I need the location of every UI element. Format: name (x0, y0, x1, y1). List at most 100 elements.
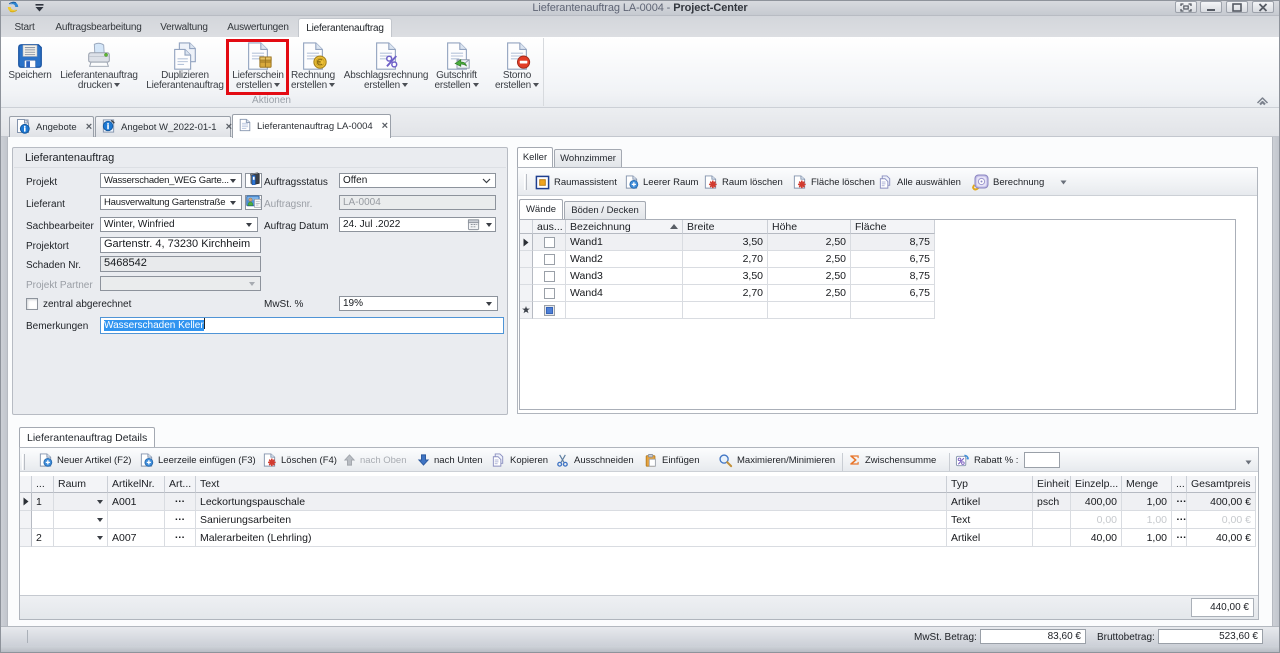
ribbon-button-print[interactable]: Lieferantenauftragdrucken (56, 40, 142, 97)
surface-tab-0[interactable]: Wände (519, 199, 563, 219)
grid-cell[interactable]: Sanierungsarbeiten (196, 511, 947, 529)
checkbox-icon[interactable] (544, 271, 555, 282)
grid-cell[interactable]: Text (947, 511, 1033, 529)
grid-cell[interactable]: 40,00 (1071, 529, 1122, 547)
grid-cell[interactable] (54, 493, 108, 511)
column-header[interactable]: Einheit (1033, 476, 1071, 493)
checkbox-icon[interactable] (544, 288, 555, 299)
tab-close-icon[interactable]: × (86, 122, 92, 133)
sachbearbeiter-combo[interactable]: Winter, Winfried (100, 217, 258, 232)
fullscreen-button[interactable] (1175, 1, 1197, 13)
zentral-abgerechnet-checkbox[interactable] (26, 298, 38, 310)
combo-arrow-icon[interactable] (97, 518, 103, 522)
ellipsis-button[interactable]: … (175, 493, 186, 505)
combo-arrow-icon[interactable] (97, 536, 103, 540)
grid-cell[interactable]: A007 (108, 529, 165, 547)
grid-cell[interactable]: 6,75 (851, 285, 935, 302)
document-tab-2[interactable]: Angebot W_2022-01-1 × (95, 116, 231, 137)
grid-cell[interactable] (32, 511, 54, 529)
rabatt-input[interactable] (1024, 452, 1060, 468)
grid-cell[interactable]: 400,00 (1071, 493, 1122, 511)
grid-cell[interactable]: 400,00 € (1187, 493, 1256, 511)
grid-cell[interactable]: Leckortungspauschale (196, 493, 947, 511)
grid-cell[interactable]: 8,75 (851, 234, 935, 251)
ribbon-collapse-icon[interactable] (1256, 95, 1270, 106)
toolbar-grip[interactable] (524, 174, 527, 190)
grid-cell[interactable]: Artikel (947, 493, 1033, 511)
column-header[interactable]: Menge (1122, 476, 1172, 493)
toolbar-button-4[interactable]: nach Unten (417, 450, 483, 470)
toolbar-button-8[interactable]: Maximieren/Minimieren (718, 450, 835, 470)
column-header[interactable]: Einzelp... (1071, 476, 1122, 493)
lieferant-combo[interactable]: Hausverwaltung Gartenstraße (100, 195, 242, 210)
grid-cell[interactable]: Wand4 (566, 285, 683, 302)
grid-cell[interactable]: 1,00 (1122, 511, 1172, 529)
toolbar-button-5[interactable]: Berechnung (971, 171, 1044, 193)
toolbar-button-7[interactable]: Einfügen (644, 450, 700, 470)
close-button[interactable] (1252, 1, 1274, 13)
grid-cell[interactable]: … (165, 529, 196, 547)
column-header[interactable]: Breite (683, 220, 768, 234)
grid-cell[interactable]: Malerarbeiten (Lehrling) (196, 529, 947, 547)
ribbon-tab-auswertungen[interactable]: Auswertungen (225, 18, 291, 37)
tab-close-icon[interactable]: × (382, 121, 388, 132)
bemerkungen-input[interactable]: Wasserschaden Keller (100, 317, 504, 334)
grid-cell[interactable]: 8,75 (851, 268, 935, 285)
maximize-button[interactable] (1226, 1, 1248, 13)
grid-cell[interactable]: 0,00 (1071, 511, 1122, 529)
toolbar-button-10[interactable]: Rabatt % : (955, 450, 1018, 470)
ribbon-button-storno[interactable]: Stornoerstellen (489, 40, 545, 97)
grid-cell[interactable]: A001 (108, 493, 165, 511)
grid-cell[interactable]: … (1172, 529, 1187, 547)
grid-cell[interactable]: 6,75 (851, 251, 935, 268)
toolbar-button-0[interactable]: Neuer Artikel (F2) (38, 450, 131, 470)
toolbar-button-5[interactable]: Kopieren (491, 450, 548, 470)
column-header[interactable]: Gesamtpreis (1187, 476, 1256, 493)
grid-cell[interactable]: 2 (32, 529, 54, 547)
grid-cell[interactable]: 2,50 (768, 234, 851, 251)
auftragsstatus-combo[interactable]: Offen (339, 173, 496, 188)
minimize-button[interactable] (1200, 1, 1222, 13)
grid-cell[interactable]: psch (1033, 493, 1071, 511)
column-header[interactable]: ... (32, 476, 54, 493)
grid-cell[interactable] (108, 511, 165, 529)
ellipsis-button[interactable]: … (1176, 493, 1187, 505)
grid-cell[interactable] (851, 302, 935, 319)
ribbon-tab-verwaltung[interactable]: Verwaltung (156, 18, 212, 37)
ribbon-tab-lieferantenauftrag[interactable]: Lieferantenauftrag (298, 18, 392, 37)
grid-cell[interactable]: Wand1 (566, 234, 683, 251)
grid-cell[interactable]: 2,70 (683, 285, 768, 302)
toolbar-button-0[interactable]: Raumassistent (535, 171, 617, 193)
grid-cell[interactable] (54, 511, 108, 529)
checkbox-icon[interactable] (544, 237, 555, 248)
toolbar-button-3[interactable]: nach Oben (343, 450, 406, 470)
surface-tab-1[interactable]: Böden / Decken (564, 201, 646, 219)
grid-cell[interactable]: 2,70 (683, 251, 768, 268)
column-header[interactable]: Fläche (851, 220, 935, 234)
ribbon-button-gutschrift[interactable]: Gutschrifterstellen (430, 40, 483, 97)
toolbar-button-1[interactable]: Leerzeile einfügen (F3) (139, 450, 256, 470)
toolbar-button-1[interactable]: Leerer Raum (624, 171, 698, 193)
room-tab-wohnzimmer[interactable]: Wohnzimmer (554, 149, 622, 167)
grid-cell[interactable] (54, 529, 108, 547)
checkbox-icon[interactable] (544, 254, 555, 265)
combo-arrow-icon[interactable] (97, 500, 103, 504)
column-header[interactable]: Bezeichnung (566, 220, 683, 234)
auftrag-datum-field[interactable]: 24. Jul .2022 (339, 217, 496, 232)
grid-cell[interactable]: Artikel (947, 529, 1033, 547)
toolbar-grip[interactable] (22, 454, 25, 470)
toolbar-button-3[interactable]: Fläche löschen (792, 171, 875, 193)
toolbar-button-9[interactable]: Zwischensumme (848, 450, 936, 470)
ribbon-button-save[interactable]: Speichern (4, 40, 56, 97)
ribbon-button-abschlag[interactable]: Abschlagsrechnungerstellen (343, 40, 429, 97)
grid-cell[interactable]: 40,00 € (1187, 529, 1256, 547)
grid-cell[interactable] (1033, 529, 1071, 547)
column-header[interactable]: ArtikelNr. (108, 476, 165, 493)
grid-cell[interactable]: 1 (32, 493, 54, 511)
toolbar-button-2[interactable]: Raum löschen (703, 171, 783, 193)
ellipsis-button[interactable]: … (175, 511, 186, 523)
projekt-browse-button[interactable] (245, 173, 262, 188)
grid-cell[interactable] (768, 302, 851, 319)
grid-cell[interactable]: 2,50 (768, 285, 851, 302)
grid-cell[interactable]: Wand3 (566, 268, 683, 285)
